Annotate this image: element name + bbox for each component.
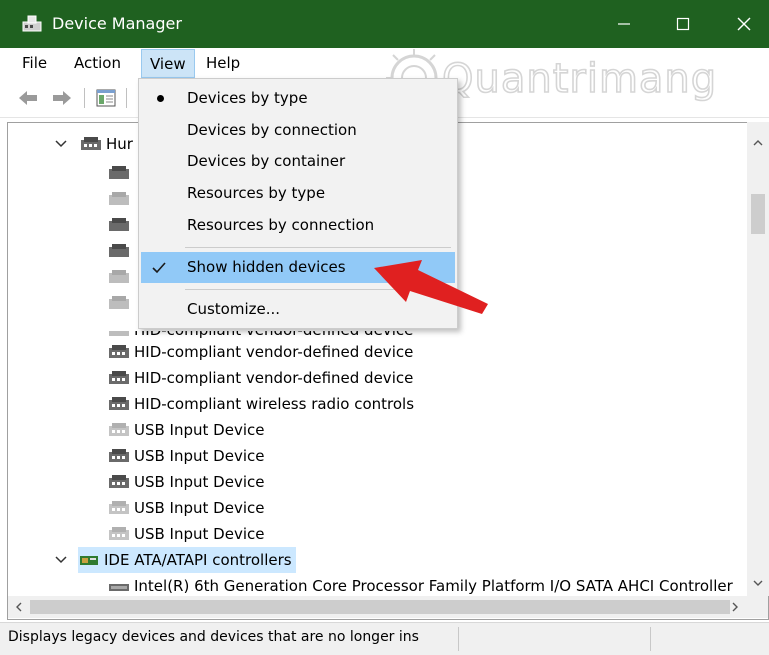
- scroll-left-button[interactable]: [8, 596, 30, 618]
- hid-device-icon-dimmed: [109, 422, 129, 436]
- chevron-left-icon: [16, 602, 22, 612]
- sata-controller-icon: [109, 583, 129, 591]
- scroll-right-button[interactable]: [724, 596, 746, 618]
- tree-item-label: USB Input Device: [134, 499, 265, 517]
- show-hide-console-tree-icon[interactable]: [94, 86, 118, 110]
- hid-device-icon: [109, 166, 129, 179]
- hid-device-icon: [109, 396, 129, 410]
- back-arrow-icon[interactable]: [16, 86, 40, 110]
- tree-category-label: IDE ATA/ATAPI controllers: [104, 551, 292, 569]
- tree-category-label: Hur: [106, 135, 133, 153]
- status-separator: [650, 627, 651, 651]
- tree-item-label: USB Input Device: [134, 421, 265, 439]
- device-manager-icon: [22, 15, 42, 32]
- menu-item-resources-by-type[interactable]: Resources by type: [141, 178, 455, 209]
- radio-bullet-icon: [157, 95, 164, 102]
- scroll-up-button[interactable]: [747, 134, 769, 152]
- chevron-down-icon[interactable]: [54, 553, 68, 567]
- vertical-scrollbar[interactable]: [747, 122, 769, 596]
- watermark-text: Quantrimang: [442, 56, 717, 102]
- menu-view[interactable]: View: [141, 49, 195, 78]
- tree-item-label: USB Input Device: [134, 473, 265, 491]
- toolbar-separator: [84, 88, 85, 108]
- tree-item[interactable]: USB Input Device: [108, 521, 264, 547]
- tree-item-label: HID-compliant wireless radio controls: [134, 395, 415, 413]
- menu-item-devices-by-container[interactable]: Devices by container: [141, 146, 455, 177]
- menu-action[interactable]: Action: [66, 48, 129, 78]
- tree-item[interactable]: HID-compliant wireless radio controls: [108, 391, 414, 417]
- window-title: Device Manager: [52, 14, 182, 33]
- minimize-button[interactable]: [596, 0, 652, 48]
- hid-device-icon: [109, 192, 129, 205]
- forward-arrow-icon[interactable]: [50, 86, 74, 110]
- hid-device-icon: [109, 244, 129, 257]
- hid-device-icon: [109, 344, 129, 358]
- chevron-down-icon: [753, 580, 763, 586]
- scroll-down-button[interactable]: [747, 574, 769, 592]
- horizontal-scrollbar[interactable]: [8, 596, 768, 618]
- tree-item-label: USB Input Device: [134, 525, 265, 543]
- chevron-up-icon: [753, 140, 763, 146]
- tree-item[interactable]: USB Input Device: [108, 495, 264, 521]
- hid-device-icon: [109, 370, 129, 384]
- hid-device-icon-dimmed: [109, 500, 129, 514]
- toolbar-separator: [126, 88, 127, 108]
- tree-item[interactable]: USB Input Device: [108, 417, 264, 443]
- close-icon: [737, 17, 751, 31]
- tree-item-label: HID-compliant vendor-defined device: [134, 343, 414, 361]
- hid-device-icon: [81, 136, 101, 150]
- chevron-down-icon[interactable]: [54, 137, 68, 151]
- status-separator: [458, 627, 459, 651]
- tree-item-label: Intel(R) 6th Generation Core Processor F…: [134, 577, 733, 595]
- menu-file[interactable]: File: [14, 48, 55, 78]
- horizontal-scroll-thumb[interactable]: [30, 600, 730, 614]
- tree-item[interactable]: HID-compliant vendor-defined device: [108, 339, 413, 365]
- hid-device-icon: [109, 331, 129, 336]
- maximize-button[interactable]: [655, 0, 711, 48]
- minimize-icon: [618, 23, 630, 25]
- menu-item-devices-by-connection[interactable]: Devices by connection: [141, 115, 455, 146]
- hid-device-icon: [109, 448, 129, 462]
- tree-item[interactable]: HID-compliant vendor-defined device: [108, 365, 413, 391]
- checkmark-icon: [152, 262, 166, 274]
- status-text: Displays legacy devices and devices that…: [8, 629, 419, 645]
- maximize-icon: [676, 17, 690, 31]
- menu-help[interactable]: Help: [198, 48, 248, 78]
- hid-device-icon: [109, 218, 129, 231]
- vertical-scroll-thumb[interactable]: [751, 194, 765, 234]
- menu-item-resources-by-connection[interactable]: Resources by connection: [141, 210, 455, 241]
- hid-device-icon: [109, 270, 129, 283]
- hid-device-icon-dimmed: [109, 526, 129, 540]
- menu-item-devices-by-type[interactable]: Devices by type: [141, 83, 455, 114]
- title-bar: Device Manager: [0, 0, 769, 48]
- hid-device-icon: [109, 474, 129, 488]
- tree-item[interactable]: USB Input Device: [108, 443, 264, 469]
- tree-item-label: USB Input Device: [134, 447, 265, 465]
- tree-item-label: HID-compliant vendor-defined device: [134, 369, 414, 387]
- tree-item[interactable]: USB Input Device: [108, 469, 264, 495]
- ide-controller-icon: [80, 555, 98, 565]
- chevron-right-icon: [732, 602, 738, 612]
- red-annotation-arrow-icon: [374, 260, 488, 314]
- hid-device-icon: [109, 296, 129, 309]
- status-bar: Displays legacy devices and devices that…: [0, 622, 769, 655]
- close-button[interactable]: [716, 0, 769, 48]
